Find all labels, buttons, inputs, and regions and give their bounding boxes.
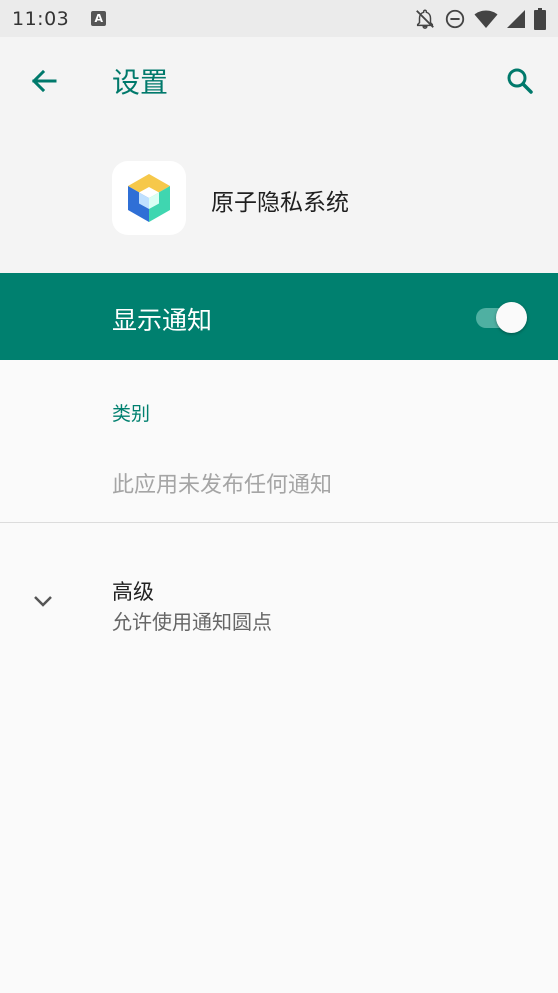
categories-header: 类别 (112, 403, 151, 425)
divider (0, 522, 558, 523)
status-icons (414, 7, 546, 30)
page-title: 设置 (112, 66, 169, 99)
battery-icon (534, 7, 546, 30)
notifications-off-icon (416, 9, 434, 29)
advanced-summary: 允许使用通知圆点 (112, 610, 272, 634)
wifi-icon (474, 10, 498, 28)
show-notifications-label: 显示通知 (112, 306, 213, 335)
cube-logo-icon (128, 174, 170, 222)
show-notifications-toggle[interactable] (474, 301, 530, 333)
notification-settings-screen: 11:03 A 设置 原子隐私系统 显示通知 类别 此应用未发布任何通知 高级 … (0, 0, 558, 993)
do-not-disturb-icon (445, 9, 465, 28)
search-icon (507, 68, 533, 94)
toggle-thumb (496, 302, 527, 333)
arrow-back-icon (31, 69, 57, 93)
advanced-row[interactable]: 高级 允许使用通知圆点 (0, 560, 558, 644)
back-button[interactable] (24, 61, 64, 101)
status-bar: 11:03 A (0, 0, 558, 37)
cellular-signal-icon (507, 9, 525, 28)
no-notifications-text: 此应用未发布任何通知 (112, 473, 333, 498)
app-notification-icon: A (91, 11, 107, 26)
app-bar: 设置 (0, 37, 558, 125)
app-name: 原子隐私系统 (211, 190, 349, 216)
chevron-down-icon (34, 596, 52, 607)
app-icon (112, 161, 186, 235)
app-header: 原子隐私系统 (0, 125, 558, 273)
status-time: 11:03 (12, 7, 70, 30)
advanced-title: 高级 (112, 580, 154, 604)
search-button[interactable] (500, 61, 540, 101)
show-notifications-switch-row[interactable]: 显示通知 (0, 273, 558, 360)
